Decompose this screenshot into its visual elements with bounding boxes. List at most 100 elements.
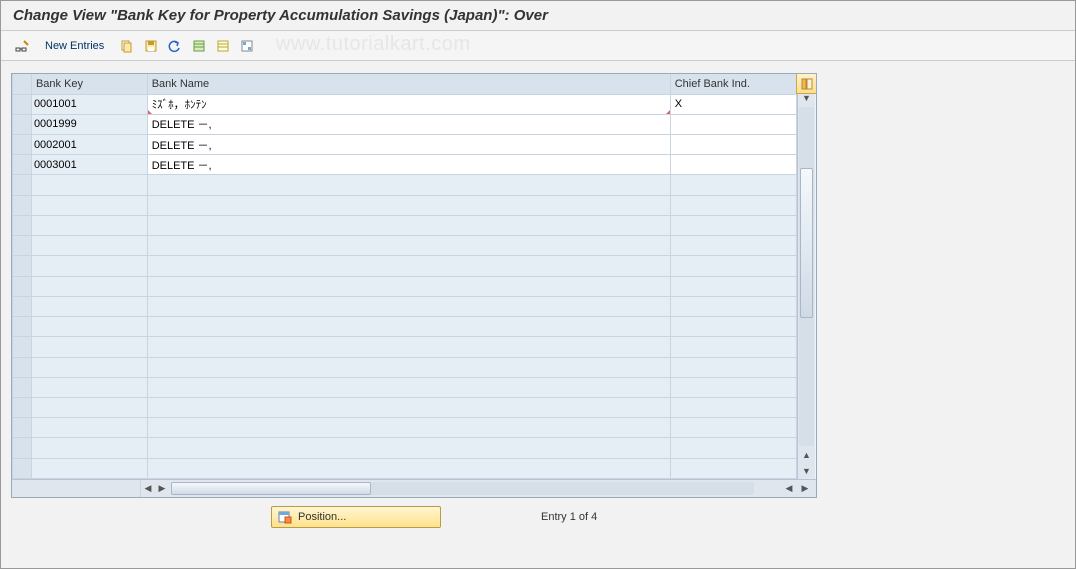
vertical-scrollbar[interactable]: ▲ ▼ ▲ ▼	[797, 74, 815, 479]
row-selector[interactable]	[13, 337, 32, 357]
cell-bankkey	[31, 296, 147, 316]
cell-chief[interactable]	[670, 114, 796, 134]
save-button[interactable]	[140, 36, 162, 56]
position-button[interactable]: Position...	[271, 506, 441, 528]
row-selector[interactable]	[13, 175, 32, 195]
cell-bankname	[147, 256, 670, 276]
cell-bankkey	[31, 418, 147, 438]
table-row: 0001999	[13, 114, 797, 134]
cell-bankkey	[31, 337, 147, 357]
row-selector[interactable]	[13, 418, 32, 438]
table-row: 0002001	[13, 134, 797, 154]
row-selector[interactable]	[13, 398, 32, 418]
cell-bankkey: 0003001	[31, 155, 147, 175]
position-icon	[278, 510, 292, 524]
undo-button[interactable]	[164, 36, 186, 56]
cell-bankname[interactable]	[147, 114, 670, 134]
toolbar: New Entries	[1, 31, 1075, 61]
bankname-input[interactable]	[150, 115, 668, 133]
row-selector[interactable]	[13, 458, 32, 478]
cell-bankname[interactable]	[147, 134, 670, 154]
row-selector[interactable]	[13, 215, 32, 235]
cell-bankname[interactable]	[147, 155, 670, 175]
cell-bankkey	[31, 438, 147, 458]
row-selector[interactable]	[13, 256, 32, 276]
footer: Position... Entry 1 of 4	[1, 506, 1075, 528]
delimit-button[interactable]	[236, 36, 258, 56]
cell-chief	[670, 377, 796, 397]
cell-bankkey	[31, 195, 147, 215]
cell-bankname[interactable]	[147, 94, 670, 114]
scroll-up2-icon[interactable]: ▲	[798, 447, 815, 463]
delimit-icon	[240, 39, 254, 53]
cell-chief	[670, 175, 796, 195]
row-selector[interactable]	[13, 114, 32, 134]
row-selector[interactable]	[13, 155, 32, 175]
row-selector[interactable]	[13, 357, 32, 377]
hscroll-left2-icon[interactable]: ◀	[782, 483, 796, 494]
chief-input[interactable]	[673, 156, 794, 174]
title-bar: Change View "Bank Key for Property Accum…	[1, 1, 1075, 31]
cell-bankkey	[31, 276, 147, 296]
table-row	[13, 256, 797, 276]
hscroll-right2-icon[interactable]: ▶	[798, 483, 812, 494]
row-selector[interactable]	[13, 317, 32, 337]
cell-chief[interactable]	[670, 155, 796, 175]
cell-chief	[670, 357, 796, 377]
cell-chief	[670, 317, 796, 337]
row-selector[interactable]	[13, 377, 32, 397]
col-header-bankkey[interactable]: Bank Key	[31, 74, 147, 94]
new-entries-button[interactable]: New Entries	[39, 38, 110, 54]
cell-bankname	[147, 175, 670, 195]
bankname-input[interactable]	[150, 156, 668, 174]
row-selector[interactable]	[13, 438, 32, 458]
row-selector[interactable]	[13, 134, 32, 154]
col-header-bankname[interactable]: Bank Name	[147, 74, 670, 94]
col-header-chief[interactable]: Chief Bank Ind.	[670, 74, 796, 94]
scroll-track[interactable]	[799, 107, 814, 446]
cell-bankkey	[31, 377, 147, 397]
cell-chief	[670, 195, 796, 215]
horizontal-scrollbar[interactable]: ◀ ▶ ◀ ▶	[12, 479, 816, 497]
watermark: www.tutorialkart.com	[276, 33, 471, 56]
hscroll-track[interactable]	[171, 482, 754, 495]
save-icon	[144, 39, 158, 53]
deselect-all-button[interactable]	[212, 36, 234, 56]
cell-chief	[670, 398, 796, 418]
hscroll-thumb[interactable]	[171, 482, 371, 495]
chief-input[interactable]	[673, 115, 794, 133]
cell-bankkey: 0001999	[31, 114, 147, 134]
scroll-thumb[interactable]	[800, 168, 813, 318]
hscroll-right-icon[interactable]: ▶	[155, 480, 169, 497]
table-row	[13, 195, 797, 215]
row-selector[interactable]	[13, 236, 32, 256]
table-row	[13, 337, 797, 357]
cell-bankname	[147, 276, 670, 296]
select-all-button[interactable]	[188, 36, 210, 56]
cell-chief	[670, 276, 796, 296]
cell-bankkey: 0001001	[31, 94, 147, 114]
row-selector[interactable]	[13, 296, 32, 316]
row-selector[interactable]	[13, 276, 32, 296]
cell-chief	[670, 438, 796, 458]
chief-input[interactable]	[673, 95, 794, 113]
cell-bankkey	[31, 458, 147, 478]
col-selector[interactable]	[13, 74, 32, 94]
bankname-input[interactable]	[150, 136, 668, 154]
cell-chief[interactable]	[670, 94, 796, 114]
copy-button[interactable]	[116, 36, 138, 56]
row-selector[interactable]	[13, 94, 32, 114]
chief-input[interactable]	[673, 136, 794, 154]
cell-bankname	[147, 357, 670, 377]
cell-bankname	[147, 215, 670, 235]
table-settings-button[interactable]	[796, 74, 816, 94]
bankname-input[interactable]	[150, 95, 668, 113]
position-label: Position...	[298, 511, 346, 523]
cell-bankname	[147, 296, 670, 316]
scroll-down2-icon[interactable]: ▼	[798, 463, 815, 479]
table-row	[13, 438, 797, 458]
toggle-edit-button[interactable]	[11, 36, 33, 56]
hscroll-left-icon[interactable]: ◀	[141, 480, 155, 497]
row-selector[interactable]	[13, 195, 32, 215]
cell-chief[interactable]	[670, 134, 796, 154]
